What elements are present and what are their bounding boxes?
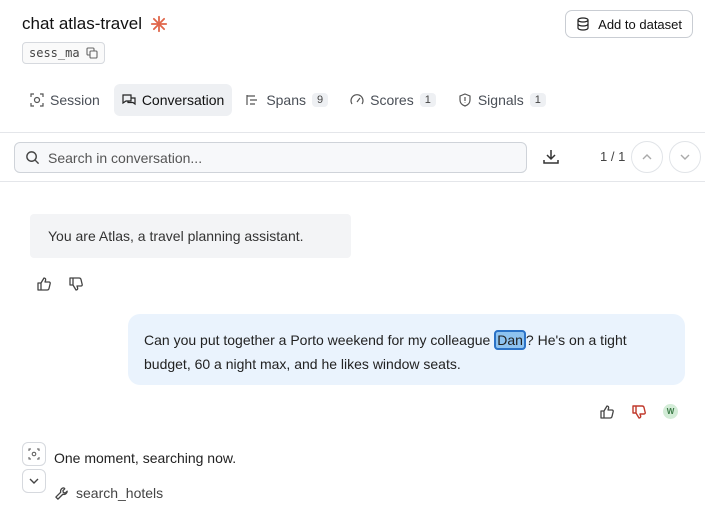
header-divider [0, 132, 705, 133]
thumbs-down-icon [632, 405, 646, 419]
user-text-before: Can you put together a Porto weekend for… [144, 332, 495, 348]
tab-session[interactable]: Session [22, 84, 108, 116]
tab-count: 1 [529, 93, 546, 107]
tab-scores[interactable]: Scores 1 [342, 84, 444, 116]
chevron-down-icon [680, 154, 690, 160]
tab-label: Conversation [141, 92, 225, 108]
gauge-icon [350, 94, 364, 105]
wrench-icon [55, 486, 68, 500]
match-counter: 1 / 1 [600, 149, 626, 164]
search-divider [0, 181, 705, 182]
collapse-button[interactable] [22, 469, 46, 493]
sparkle-icon [150, 15, 168, 33]
tab-bar: Session Conversation Spans 9 Scores 1 Si… [22, 84, 554, 116]
session-icon [30, 93, 44, 107]
tab-label: Scores [370, 92, 414, 108]
tool-call[interactable]: search_hotels [54, 485, 163, 501]
conversation-icon [122, 94, 136, 106]
tab-signals[interactable]: Signals 1 [450, 84, 554, 116]
thumbs-down-icon [69, 277, 83, 291]
tool-name: search_hotels [76, 485, 164, 501]
tab-spans[interactable]: Spans 9 [238, 84, 336, 116]
session-id: sess_ma [29, 46, 80, 60]
session-id-chip[interactable]: sess_ma [22, 42, 105, 64]
focus-message-button[interactable] [22, 442, 46, 466]
user-thumbs-down-button[interactable] [629, 402, 649, 422]
next-match-button[interactable] [669, 141, 701, 173]
add-to-dataset-button[interactable]: Add to dataset [565, 10, 693, 38]
download-icon[interactable] [541, 147, 561, 167]
tab-count: 9 [312, 93, 329, 107]
page-title: chat atlas-travel [22, 14, 168, 34]
conversation-search[interactable] [14, 142, 527, 173]
tab-label: Session [50, 92, 100, 108]
assistant-message: One moment, searching now. [54, 450, 237, 466]
chevron-down-icon [29, 478, 39, 484]
search-highlight: Dan [494, 330, 526, 350]
chevron-up-icon [642, 154, 652, 160]
tab-conversation[interactable]: Conversation [113, 84, 233, 116]
title-text: chat atlas-travel [22, 14, 142, 33]
previous-match-button[interactable] [631, 141, 663, 173]
tab-count: 1 [419, 93, 436, 107]
copy-icon[interactable] [86, 47, 98, 59]
search-icon [26, 151, 40, 165]
thumbs-down-button[interactable] [66, 274, 86, 294]
search-input[interactable] [48, 149, 488, 166]
focus-icon [28, 448, 40, 460]
add-to-dataset-label: Add to dataset [598, 16, 682, 32]
system-message: You are Atlas, a travel planning assista… [30, 214, 351, 258]
spans-icon [246, 95, 258, 105]
tab-label: Spans [266, 92, 307, 108]
tab-label: Signals [477, 92, 524, 108]
database-icon [577, 17, 589, 31]
shield-icon [459, 93, 471, 107]
user-thumbs-up-button[interactable] [597, 402, 617, 422]
thumbs-up-button[interactable] [34, 274, 54, 294]
thumbs-up-icon [37, 277, 51, 291]
user-message: Can you put together a Porto weekend for… [128, 314, 685, 385]
thumbs-up-icon [600, 405, 614, 419]
user-avatar: W [663, 404, 678, 419]
